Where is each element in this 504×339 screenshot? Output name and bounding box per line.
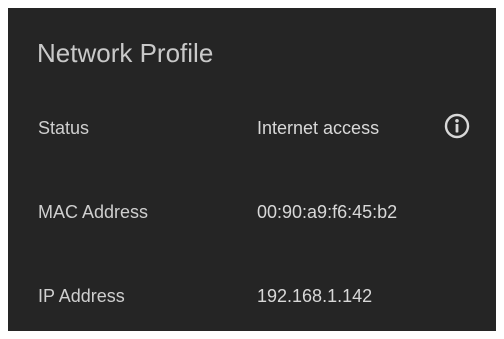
mac-address-row: MAC Address 00:90:a9:f6:45:b2: [8, 202, 496, 242]
mac-address-value: 00:90:a9:f6:45:b2: [257, 202, 398, 222]
ip-address-value: 192.168.1.142: [257, 286, 373, 306]
panel-title: Network Profile: [37, 38, 214, 68]
info-icon[interactable]: [444, 113, 470, 139]
ip-address-label: IP Address: [38, 286, 125, 306]
status-value: Internet access: [257, 118, 380, 138]
mac-address-label: MAC Address: [38, 202, 149, 222]
ip-address-row: IP Address 192.168.1.142: [8, 286, 496, 326]
status-label: Status: [38, 118, 90, 138]
status-row: Status Internet access: [8, 113, 496, 158]
network-profile-panel: Network Profile Status Internet access M…: [8, 8, 496, 331]
